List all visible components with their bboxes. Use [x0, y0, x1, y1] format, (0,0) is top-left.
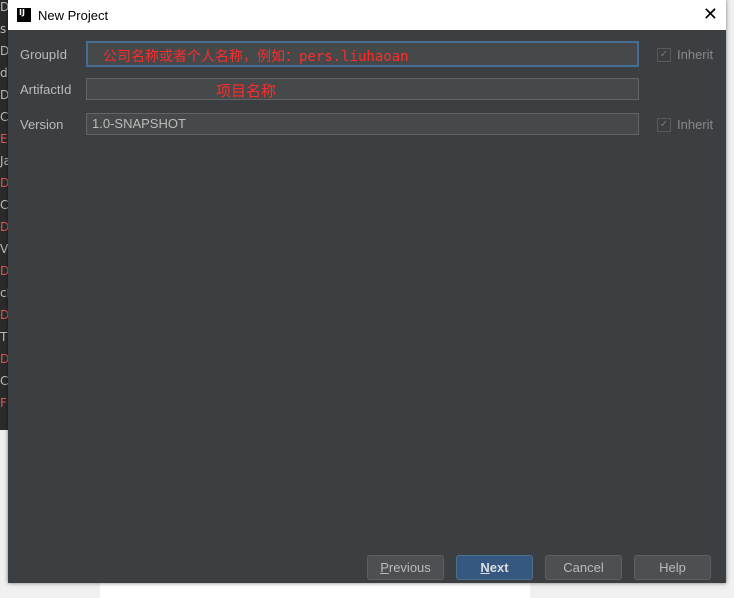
background-text: V — [0, 242, 8, 256]
next-label: Next — [480, 560, 509, 575]
next-button[interactable]: Next — [456, 555, 533, 580]
inherit-label: Inherit — [677, 47, 714, 62]
background-text: Ja — [0, 154, 8, 168]
background-text: C — [0, 198, 8, 212]
help-button[interactable]: Help — [634, 555, 711, 580]
background-text: s — [0, 22, 7, 36]
background-text: D — [0, 44, 8, 58]
background-text: D — [0, 176, 8, 190]
version-label: Version — [20, 117, 64, 132]
groupid-label: GroupId — [20, 47, 67, 62]
new-project-dialog: IJ New Project ✕ GroupId 公司名称或者个人名称，例如：p… — [8, 0, 726, 583]
background-text: cl — [0, 286, 8, 300]
version-inherit-checkbox[interactable]: ✓ Inherit — [657, 117, 713, 132]
background-window-bottom — [100, 583, 530, 598]
artifactid-input[interactable] — [86, 78, 639, 100]
groupid-row: GroupId 公司名称或者个人名称，例如：pers.liuhaoan ✓ Inh… — [8, 41, 726, 67]
version-row: Version 1.0-SNAPSHOT ✓ Inherit — [8, 113, 726, 137]
dialog-title: New Project — [38, 7, 109, 23]
background-text: T — [0, 330, 8, 344]
background-text: C — [0, 110, 8, 124]
intellij-logo-icon: IJ — [17, 8, 31, 22]
groupid-inherit-checkbox[interactable]: ✓ Inherit — [657, 47, 713, 62]
artifactid-annotation: 项目名称 — [216, 82, 277, 100]
checkmark-icon: ✓ — [657, 47, 671, 62]
previous-label: Previous — [380, 560, 431, 575]
groupid-annotation: 公司名称或者个人名称，例如：pers.liuhaoan — [103, 49, 409, 65]
checkmark-icon: ✓ — [657, 117, 671, 132]
background-text: E — [0, 132, 8, 146]
title-bar: IJ New Project ✕ — [8, 0, 726, 30]
background-text: D — [0, 220, 8, 234]
background-text: C — [0, 374, 8, 388]
previous-button[interactable]: Previous — [367, 555, 444, 580]
artifactid-row: ArtifactId 项目名称 — [8, 78, 726, 102]
background-text: d — [0, 66, 8, 80]
background-window: DsDdDCEJaDCDVDclDTDCF — [0, 0, 8, 430]
background-text: D — [0, 308, 8, 322]
background-text: F — [0, 396, 7, 410]
cancel-button[interactable]: Cancel — [545, 555, 622, 580]
close-icon[interactable]: ✕ — [703, 4, 718, 25]
background-text: D — [0, 0, 8, 14]
background-text: D — [0, 88, 8, 102]
background-text: D — [0, 352, 8, 366]
version-input[interactable]: 1.0-SNAPSHOT — [86, 113, 639, 135]
inherit-label: Inherit — [677, 117, 714, 132]
background-text: D — [0, 264, 8, 278]
artifactid-label: ArtifactId — [20, 82, 72, 97]
